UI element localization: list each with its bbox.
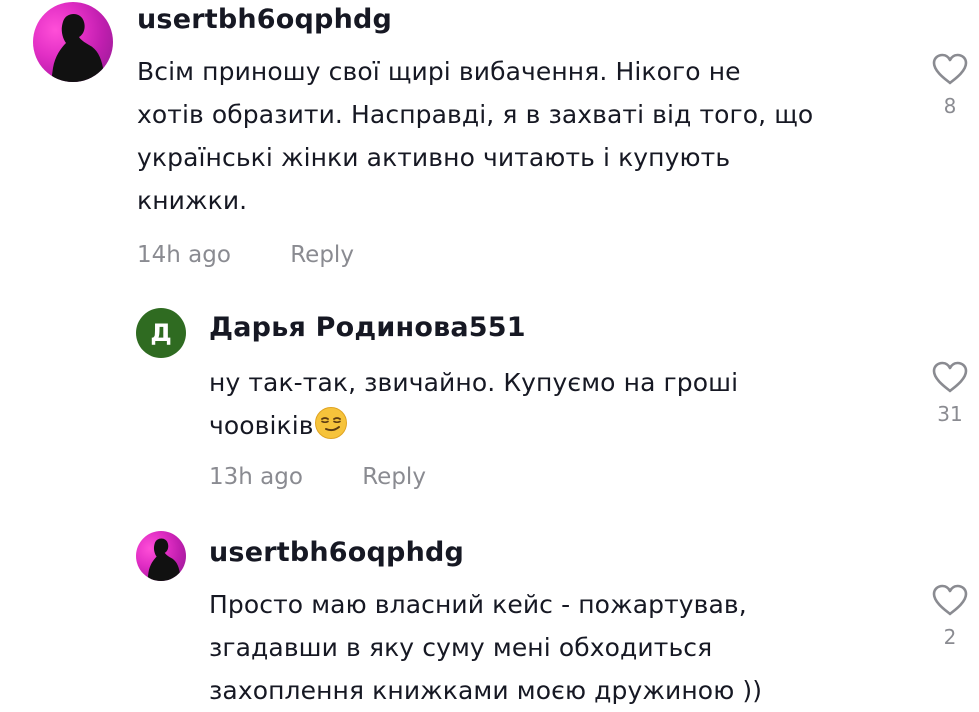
comment-timestamp: 14h ago xyxy=(137,242,231,268)
comment-text: Всім приношу свої щирі вибачення. Нікого… xyxy=(137,50,813,222)
reply-button[interactable]: Reply xyxy=(362,464,426,490)
comment-timestamp: 13h ago xyxy=(209,464,303,490)
comment-1: usertbh6oqphdg Всім приношу свої щирі ви… xyxy=(0,0,979,300)
avatar-letter: Д xyxy=(150,319,172,347)
comment-text-line: згадавши в яку суму мені обходиться xyxy=(209,633,713,662)
comment-text-line: Всім приношу свої щирі вибачення. Нікого… xyxy=(137,57,741,86)
like-button[interactable]: 8 xyxy=(920,52,979,118)
comment-username[interactable]: Дарья Родинова551 xyxy=(209,312,526,343)
heart-outline-icon xyxy=(932,584,968,616)
comment-username[interactable]: usertbh6oqphdg xyxy=(137,4,392,35)
comment-meta: 14h ago Reply xyxy=(137,242,354,268)
comment-username[interactable]: usertbh6oqphdg xyxy=(209,537,464,568)
profile-silhouette-icon xyxy=(147,538,180,581)
avatar[interactable] xyxy=(136,531,186,581)
avatar[interactable]: Д xyxy=(136,308,186,358)
comment-2: Д Дарья Родинова551 ну так-так, звичайно… xyxy=(0,300,979,515)
reply-button[interactable]: Reply xyxy=(290,242,354,268)
comment-text-line-wrap: чоовіків xyxy=(209,404,738,447)
comment-text: ну так-так, звичайно. Купуємо на гроші ч… xyxy=(209,361,738,447)
comment-text-line: українські жінки активно читають і купую… xyxy=(137,143,731,172)
comment-text-line: ну так-так, звичайно. Купуємо на гроші xyxy=(209,368,739,397)
like-count: 2 xyxy=(943,625,957,649)
heart-outline-icon xyxy=(932,361,968,393)
comment-3: usertbh6oqphdg Просто маю власний кейс -… xyxy=(0,515,979,711)
smirking-face-emoji xyxy=(314,407,347,439)
like-button[interactable]: 31 xyxy=(920,360,979,426)
comment-meta: 13h ago Reply xyxy=(209,464,426,490)
like-count: 31 xyxy=(937,402,963,426)
comment-text-line: Просто маю власний кейс - пожартував, xyxy=(209,590,747,619)
comment-text: Просто маю власний кейс - пожартував, зг… xyxy=(209,583,762,712)
profile-silhouette-icon xyxy=(51,14,103,82)
avatar[interactable] xyxy=(33,2,113,82)
comment-text-line: книжки. xyxy=(137,186,248,215)
heart-outline-icon xyxy=(932,53,968,85)
like-button[interactable]: 2 xyxy=(920,583,979,649)
comment-text-line: захоплення книжками моєю дружиною )) xyxy=(209,676,763,705)
comment-text-line: чоовіків xyxy=(209,411,314,440)
comment-text-line: хотів образити. Насправді, я в захваті в… xyxy=(137,100,814,129)
like-count: 8 xyxy=(943,94,957,118)
